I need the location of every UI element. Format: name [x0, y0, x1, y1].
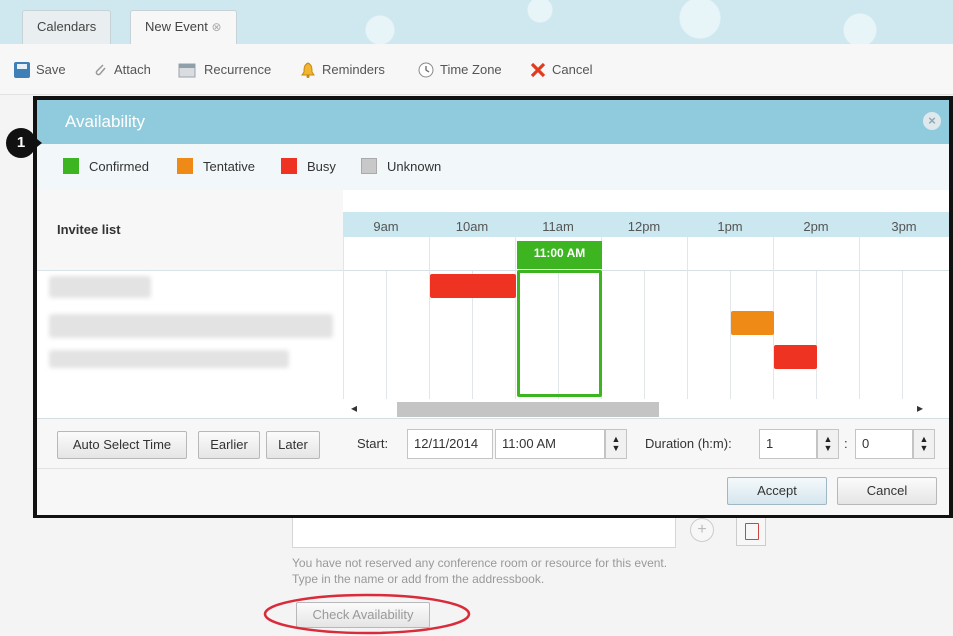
availability-legend: Confirmed Tentative Busy Unknown: [37, 144, 949, 191]
timeline-scrollbar[interactable]: ◂ ▸: [343, 400, 949, 420]
red-x-icon: [530, 62, 546, 78]
highlight-ellipse: [263, 593, 471, 635]
unknown-swatch: [361, 158, 377, 174]
busy-swatch: [281, 158, 297, 174]
hour-label-2pm: 2pm: [803, 219, 829, 234]
addressbook-icon[interactable]: [736, 516, 766, 546]
grid-line: [343, 237, 344, 399]
recurrence-calendar-icon: [178, 62, 198, 78]
timeline-top-strip: [343, 190, 949, 213]
dialog-title: Availability: [65, 112, 146, 131]
hour-label-1pm: 1pm: [717, 219, 743, 234]
grid-line: [902, 271, 903, 399]
clock-icon: [418, 62, 434, 78]
legend-confirmed: Confirmed: [63, 158, 149, 174]
start-date-field[interactable]: 12/11/2014: [407, 429, 493, 459]
grid-line: [859, 237, 860, 399]
recurrence-button[interactable]: Recurrence: [178, 60, 271, 80]
busy-block: [774, 345, 817, 369]
legend-tentative: Tentative: [177, 158, 255, 174]
event-toolbar: Save Attach Recurrence Reminders Time Zo…: [0, 44, 953, 95]
legend-tentative-label: Tentative: [203, 158, 256, 174]
busy-block: [430, 274, 516, 298]
invitee-list-header: Invitee list: [37, 190, 343, 271]
tab-new-event-label: New Event: [145, 19, 208, 34]
time-controls: Auto Select Time Earlier Later Start: 12…: [37, 418, 949, 469]
dialog-actions: Accept Cancel: [37, 468, 949, 515]
tentative-swatch: [177, 158, 193, 174]
cancel-button[interactable]: Cancel: [837, 477, 937, 505]
legend-unknown: Unknown: [361, 158, 441, 174]
duration-separator: :: [844, 436, 848, 451]
legend-busy-label: Busy: [307, 158, 336, 174]
tab-new-event[interactable]: New Event ⊗: [130, 10, 237, 44]
tab-close-icon[interactable]: ⊗: [212, 20, 222, 34]
invitee-name-blurred: [49, 350, 289, 368]
scroll-right-arrow[interactable]: ▸: [917, 401, 923, 415]
earlier-button[interactable]: Earlier: [198, 431, 260, 459]
paperclip-icon: [92, 62, 108, 78]
grid-line: [644, 271, 645, 399]
duration-minutes-field[interactable]: 0: [855, 429, 913, 459]
scroll-left-arrow[interactable]: ◂: [351, 401, 357, 415]
scrollbar-thumb[interactable]: [397, 402, 659, 417]
tab-bar: Calendars New Event ⊗: [0, 0, 953, 44]
resource-input[interactable]: [292, 515, 676, 548]
invitee-list-title: Invitee list: [57, 222, 121, 237]
save-label: Save: [36, 62, 66, 77]
duration-hours-field[interactable]: 1: [759, 429, 817, 459]
grid-line: [515, 237, 516, 399]
duration-label: Duration (h:m):: [645, 436, 732, 451]
tab-calendars-label: Calendars: [37, 19, 97, 34]
add-resource-icon[interactable]: +: [690, 518, 714, 542]
start-label: Start:: [357, 436, 389, 451]
resource-note-line-1: You have not reserved any conference roo…: [292, 556, 668, 570]
selected-time-block[interactable]: [517, 270, 602, 397]
time-zone-button[interactable]: Time Zone: [418, 60, 502, 80]
hour-label-12pm: 12pm: [627, 219, 661, 234]
cancel-toolbar-button[interactable]: Cancel: [530, 60, 592, 80]
selected-time-label: 11:00 AM: [517, 241, 602, 269]
auto-select-time-button[interactable]: Auto Select Time: [57, 431, 187, 459]
duration-minutes-stepper[interactable]: ▲ ▼: [913, 429, 935, 459]
grid-line: [730, 271, 731, 399]
save-button[interactable]: Save: [14, 60, 66, 80]
time-zone-label: Time Zone: [440, 62, 502, 77]
hour-label-3pm: 3pm: [891, 219, 917, 234]
bell-icon: [300, 62, 316, 78]
grid-line: [816, 271, 817, 399]
tentative-block: [731, 311, 774, 335]
cancel-toolbar-label: Cancel: [552, 62, 593, 77]
accept-button[interactable]: Accept: [727, 477, 827, 505]
duration-hours-stepper[interactable]: ▲ ▼: [817, 429, 839, 459]
invitee-name-blurred: [49, 276, 151, 298]
confirmed-swatch: [63, 158, 79, 174]
attach-label: Attach: [114, 62, 151, 77]
hour-label-11am: 11am: [542, 219, 574, 234]
hour-label-9am: 9am: [373, 219, 399, 234]
hour-label-10am: 10am: [455, 219, 489, 234]
start-time-field[interactable]: 11:00 AM: [495, 429, 605, 459]
reminders-label: Reminders: [322, 62, 385, 77]
legend-confirmed-label: Confirmed: [89, 158, 149, 174]
availability-dialog: Availability × Confirmed Tentative Busy …: [33, 96, 953, 518]
later-button[interactable]: Later: [266, 431, 320, 459]
grid-line: [687, 237, 688, 399]
save-icon: [14, 62, 30, 78]
recurrence-label: Recurrence: [204, 62, 272, 77]
legend-busy: Busy: [281, 158, 336, 174]
invitee-name-blurred: [49, 314, 333, 338]
grid-line: [429, 237, 430, 399]
dialog-title-bar: Availability ×: [37, 100, 949, 144]
close-dialog-icon[interactable]: ×: [923, 112, 941, 130]
tab-calendars[interactable]: Calendars: [22, 10, 112, 44]
reminders-button[interactable]: Reminders: [300, 60, 385, 80]
callout-pointer: [32, 135, 42, 151]
resource-note-line-2: Type in the name or add from the address…: [292, 572, 545, 586]
start-time-stepper[interactable]: ▲ ▼: [605, 429, 627, 459]
grid-line: [386, 271, 387, 399]
attach-button[interactable]: Attach: [92, 60, 151, 80]
legend-unknown-label: Unknown: [387, 158, 442, 174]
